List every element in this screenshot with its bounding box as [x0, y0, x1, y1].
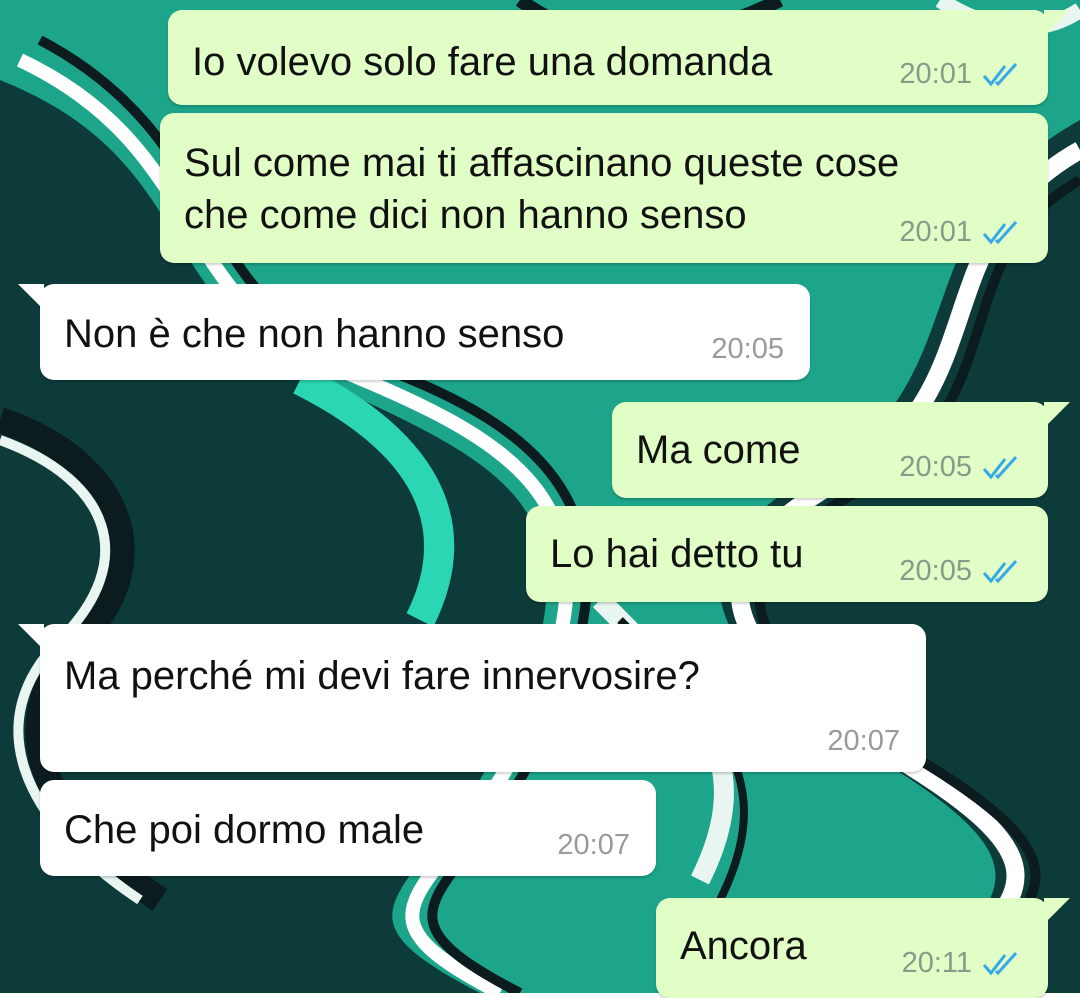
- message-text: Che poi dormo male: [64, 808, 425, 852]
- message-bubble-incoming[interactable]: Che poi dormo male 20:07: [40, 780, 656, 876]
- message-meta: 20:11: [902, 947, 1022, 980]
- message-bubble-outgoing[interactable]: Ma come 20:05: [612, 402, 1070, 498]
- message-text: Io volevo solo fare una domanda: [192, 40, 773, 84]
- message-time: 20:07: [827, 725, 900, 757]
- message-time: 20:05: [899, 555, 972, 587]
- double-check-read-icon: [982, 455, 1018, 479]
- message-time: 20:05: [899, 451, 972, 483]
- message-time: 20:07: [557, 829, 630, 861]
- message-time: 20:01: [899, 216, 972, 248]
- message-meta: 20:07: [827, 725, 900, 758]
- message-bubble-incoming[interactable]: Non è che non hanno senso 20:05: [18, 284, 810, 380]
- message-text: Non è che non hanno senso: [64, 312, 565, 356]
- message-time: 20:01: [899, 58, 972, 90]
- message-bubble-incoming[interactable]: Ma perché mi devi fare innervosire? 20:0…: [18, 624, 926, 772]
- message-bubble-outgoing[interactable]: Lo hai detto tu 20:05: [526, 506, 1048, 602]
- message-meta: 20:07: [557, 829, 630, 862]
- double-check-read-icon: [982, 951, 1018, 975]
- message-meta: 20:01: [899, 58, 1022, 91]
- message-bubble-outgoing[interactable]: Ancora 20:11: [656, 898, 1070, 998]
- message-meta: 20:05: [899, 555, 1022, 588]
- message-meta: 20:05: [711, 333, 784, 366]
- double-check-read-icon: [982, 62, 1018, 86]
- message-time: 20:11: [901, 947, 972, 979]
- message-text: Sul come mai ti affascinano queste cose …: [184, 141, 900, 237]
- message-bubble-outgoing[interactable]: Io volevo solo fare una domanda 20:01: [168, 10, 1070, 105]
- double-check-read-icon: [982, 220, 1018, 244]
- message-meta: 20:01: [899, 216, 1022, 249]
- message-text: Ma perché mi devi fare innervosire?: [64, 654, 700, 698]
- message-bubble-outgoing[interactable]: Sul come mai ti affascinano queste cose …: [160, 113, 1048, 263]
- message-meta: 20:05: [899, 451, 1022, 484]
- double-check-read-icon: [982, 559, 1018, 583]
- message-time: 20:05: [711, 333, 784, 365]
